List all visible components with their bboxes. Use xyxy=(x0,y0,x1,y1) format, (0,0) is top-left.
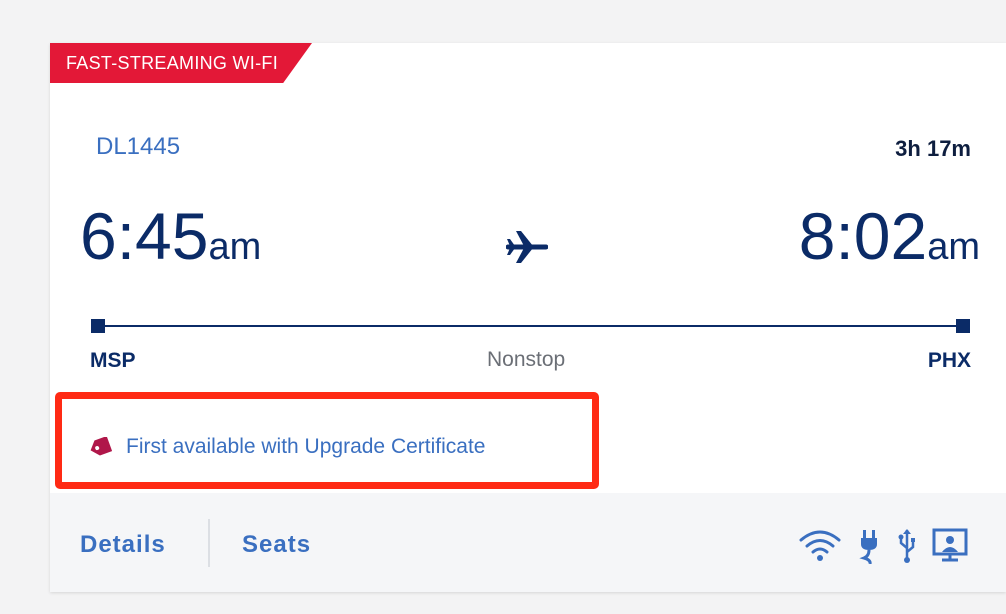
origin-code: MSP xyxy=(90,349,136,372)
arrival-ampm: am xyxy=(927,226,980,268)
wifi-banner: FAST-STREAMING WI-FI xyxy=(50,43,312,83)
usb-icon xyxy=(898,529,915,563)
airplane-icon xyxy=(506,231,548,263)
wifi-banner-label: FAST-STREAMING WI-FI xyxy=(66,53,278,73)
screen-icon xyxy=(932,528,968,562)
destination-code: PHX xyxy=(927,349,971,372)
seats-button[interactable]: Seats xyxy=(242,531,311,559)
stops-label: Nonstop xyxy=(487,348,566,371)
power-icon xyxy=(859,530,877,564)
departure-time-value: 6:45 xyxy=(80,199,209,273)
departure-time: 6:45am xyxy=(80,198,261,274)
destination-marker xyxy=(956,319,970,333)
origin-marker xyxy=(91,319,105,333)
route-line xyxy=(103,325,963,327)
wifi-icon xyxy=(799,530,841,561)
footer-divider xyxy=(208,519,210,567)
flight-number[interactable]: DL1445 xyxy=(96,133,180,161)
arrival-time: 8:02am xyxy=(799,198,980,274)
departure-ampm: am xyxy=(208,226,262,268)
arrival-time-value: 8:02 xyxy=(798,199,928,273)
tag-icon xyxy=(90,437,112,456)
flight-card: FAST-STREAMING WI-FI DL1445 3h 17m 6:45a… xyxy=(50,43,1006,592)
flight-duration: 3h 17m xyxy=(895,136,971,161)
upgrade-link[interactable]: First available with Upgrade Certificate xyxy=(126,435,485,459)
details-button[interactable]: Details xyxy=(80,531,166,559)
card-footer: Details Seats xyxy=(50,493,1006,592)
